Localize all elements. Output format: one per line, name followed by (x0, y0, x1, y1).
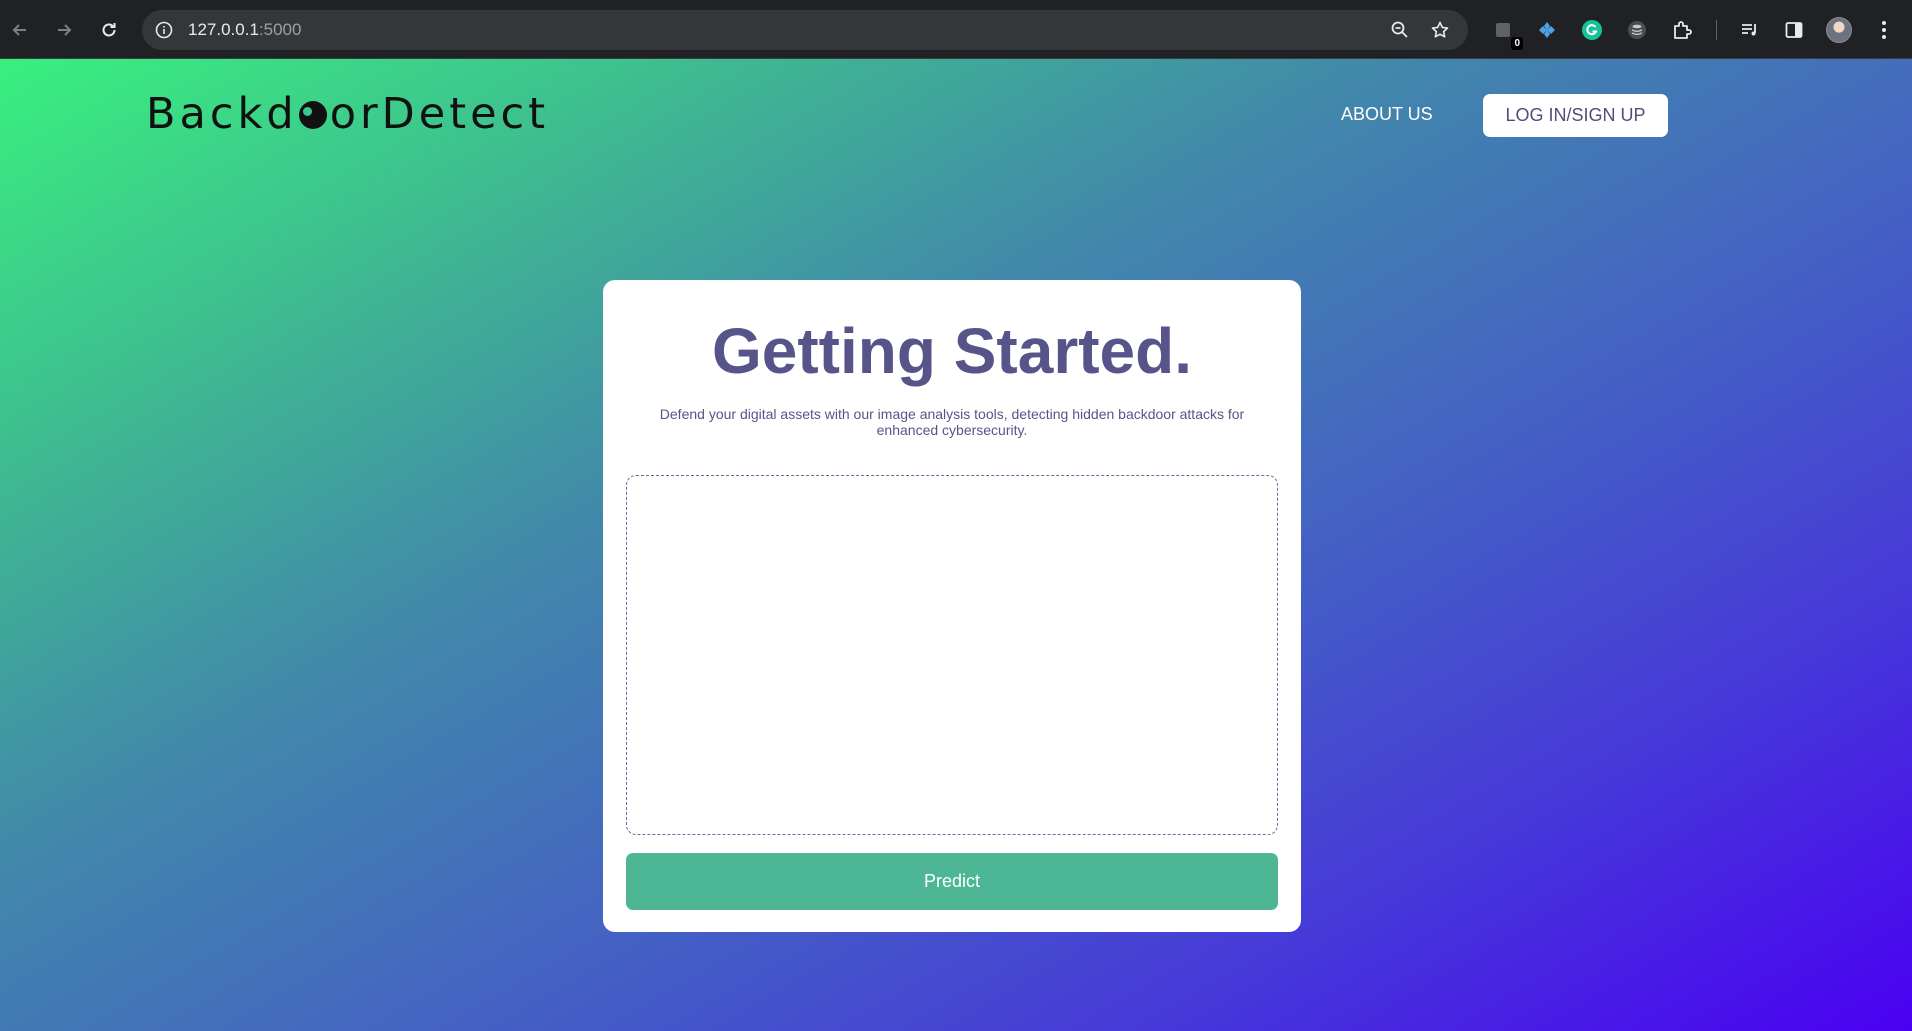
extension-badge: 0 (1511, 37, 1523, 50)
side-panel-button[interactable] (1780, 16, 1808, 44)
logo-text-start: Backd (146, 89, 298, 139)
database-icon (1628, 21, 1646, 39)
diamond-extension-icon (1539, 22, 1555, 38)
url-host: 127.0.0.1 (188, 20, 259, 39)
side-panel-icon (1785, 22, 1803, 38)
logo-text-end: orDetect (329, 89, 550, 139)
info-icon (155, 21, 173, 39)
url-port: :5000 (258, 20, 302, 39)
media-controls-button[interactable] (1736, 16, 1764, 44)
browser-menu-button[interactable] (1870, 16, 1898, 44)
shield-extension-icon (1496, 23, 1510, 37)
page-background: Backd orDetect ABOUT US LOG IN/SIGN UP Ge… (0, 59, 1912, 1031)
extensions-button[interactable] (1668, 16, 1696, 44)
zoom-button[interactable] (1388, 18, 1412, 42)
zoom-out-icon (1391, 21, 1408, 38)
extension-counter[interactable]: 0 (1489, 16, 1523, 50)
card-title: Getting Started. (711, 315, 1193, 387)
about-us-link[interactable]: ABOUT US (1341, 104, 1433, 125)
puzzle-icon (1674, 21, 1692, 39)
reload-icon (102, 23, 116, 37)
back-button[interactable] (4, 14, 36, 46)
grammarly-icon (1582, 20, 1602, 40)
login-signup-button[interactable]: LOG IN/SIGN UP (1483, 94, 1668, 137)
browser-toolbar: 127.0.0.1:5000 0 (0, 0, 1912, 59)
playlist-icon (1742, 24, 1756, 36)
arrow-right-icon (58, 24, 72, 36)
extension-button-2[interactable] (1533, 16, 1561, 44)
image-upload-dropzone[interactable] (626, 475, 1278, 835)
profile-avatar[interactable] (1826, 17, 1852, 43)
forward-button[interactable] (48, 14, 80, 46)
grammarly-button[interactable] (1578, 16, 1606, 44)
star-icon (1431, 21, 1449, 38)
predict-button[interactable]: Predict (626, 853, 1278, 910)
reload-button[interactable] (93, 14, 125, 46)
toolbar-divider (1716, 20, 1717, 40)
eye-icon (298, 101, 327, 129)
card-subtitle: Defend your digital assets with our imag… (659, 406, 1245, 438)
arrow-left-icon (12, 24, 26, 36)
site-info-button[interactable] (152, 18, 176, 42)
bookmark-button[interactable] (1428, 18, 1452, 42)
kebab-menu-icon (1882, 21, 1886, 39)
database-extension-button[interactable] (1623, 16, 1651, 44)
url-text: 127.0.0.1:5000 (188, 20, 301, 40)
site-logo[interactable]: Backd orDetect (146, 89, 549, 139)
getting-started-card: Getting Started. Defend your digital ass… (603, 280, 1301, 932)
address-bar[interactable]: 127.0.0.1:5000 (142, 10, 1468, 50)
